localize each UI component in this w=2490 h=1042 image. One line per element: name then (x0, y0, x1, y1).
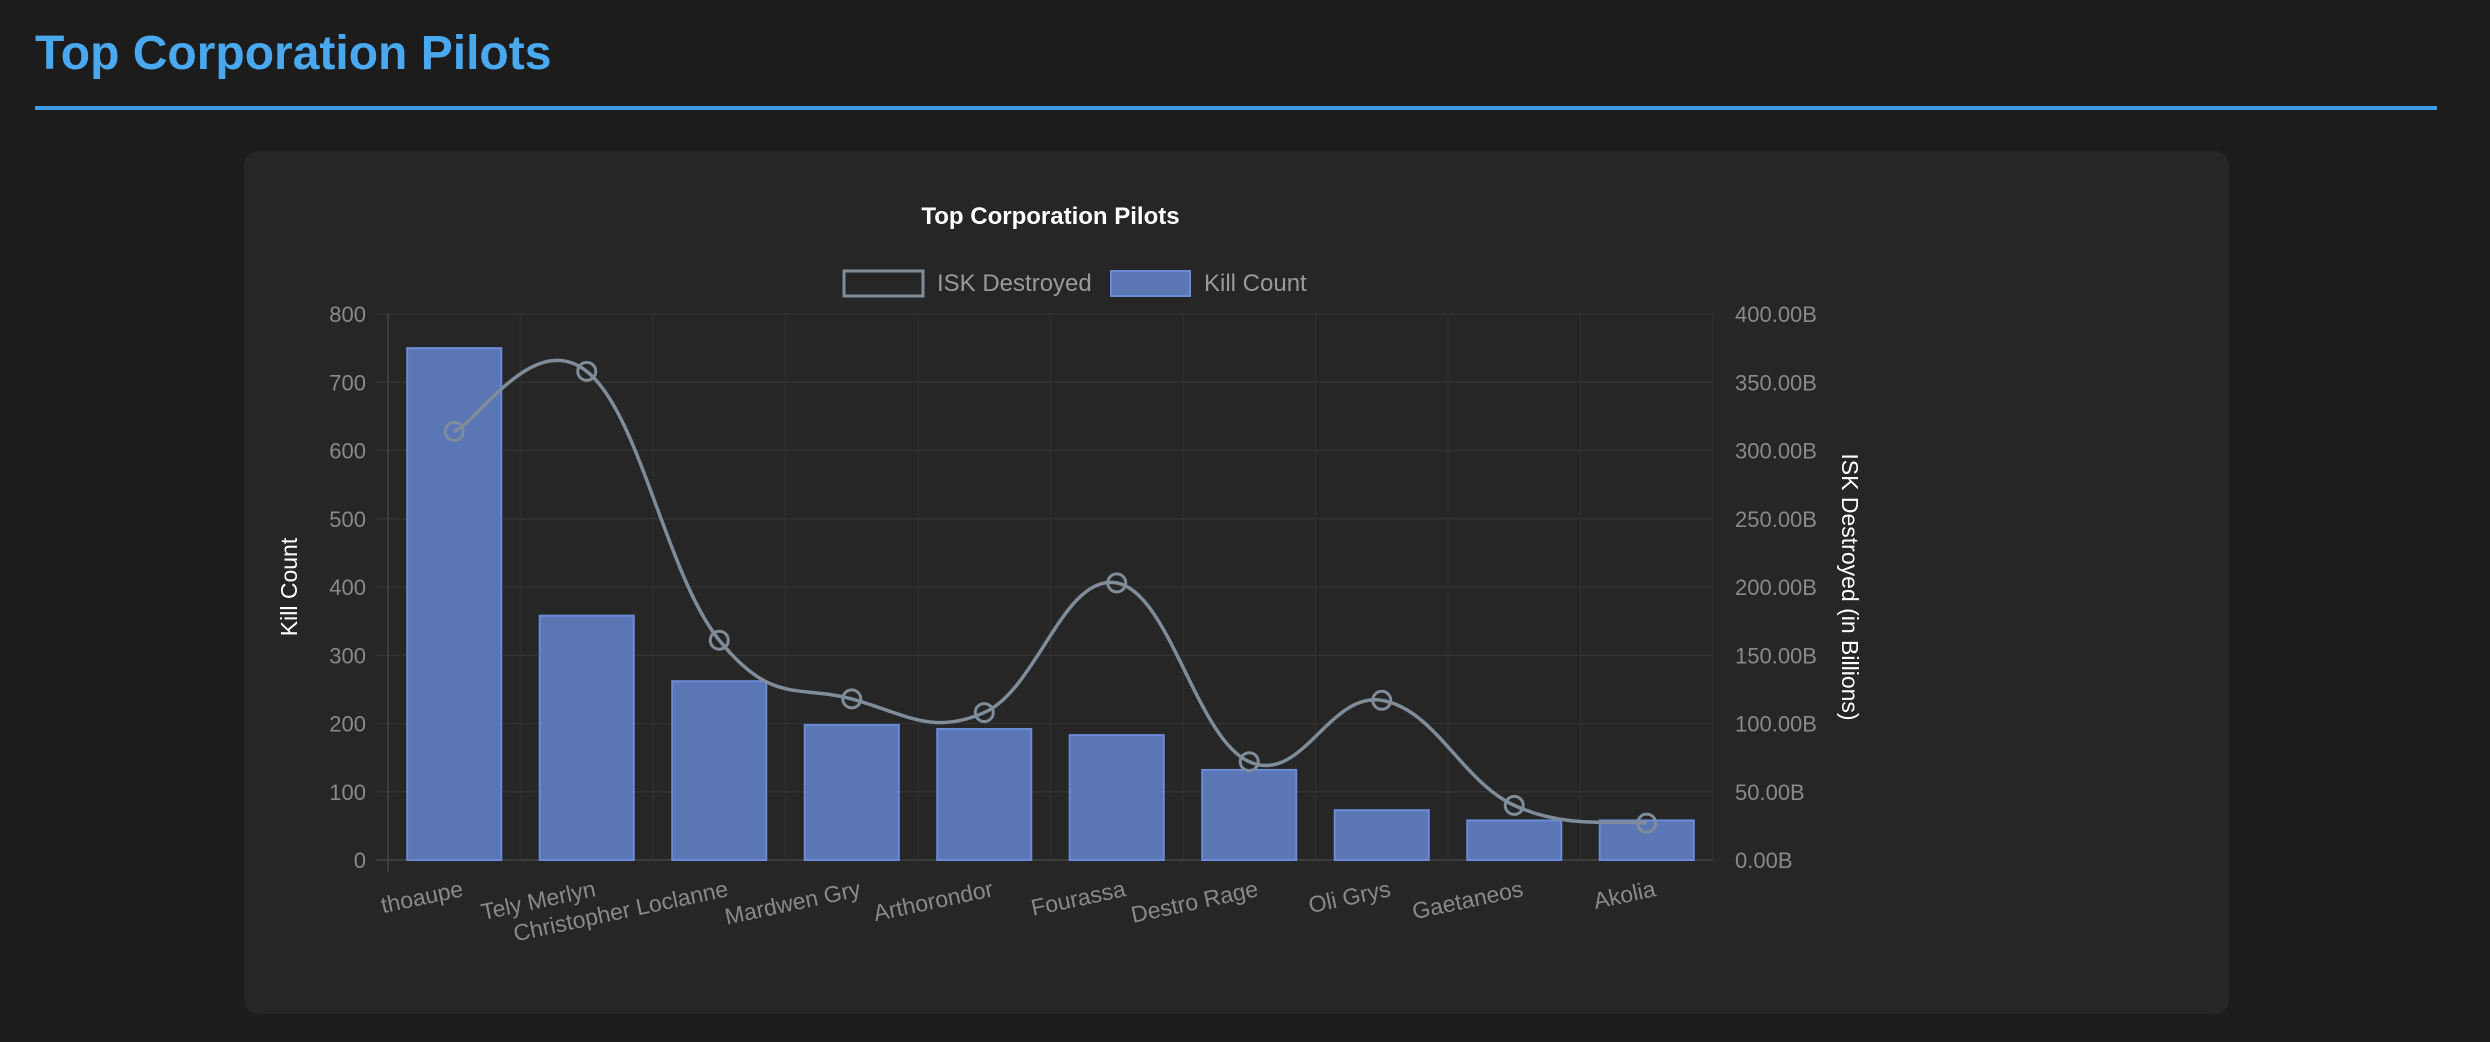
y2-tick-label: 350.00B (1735, 370, 1817, 395)
x-tick-label: Destro Rage (1129, 875, 1261, 927)
bar-kill-count (671, 680, 768, 861)
legend-swatch-isk-destroyed (842, 269, 925, 298)
y-tick-label: 200 (329, 712, 366, 737)
page-title: Top Corporation Pilots (35, 27, 552, 80)
y-tick-label: 100 (329, 780, 366, 805)
legend-label-isk-destroyed: ISK Destroyed (937, 270, 1092, 297)
x-tick-label: Oli Grys (1306, 875, 1393, 918)
x-tick-label: Arthorondor (871, 875, 996, 926)
bar-kill-count (1333, 809, 1430, 861)
y-tick-label: 700 (329, 370, 366, 395)
x-tick-label: Akolia (1591, 875, 1658, 913)
y2-axis-title: ISK Destroyed (in Billions) (1837, 453, 1863, 720)
bar-kill-count (1068, 734, 1165, 861)
y-tick-label: 600 (329, 439, 366, 464)
y2-tick-label: 100.00B (1735, 712, 1817, 737)
y-tick-label: 400 (329, 575, 366, 600)
chart-title: Top Corporation Pilots (921, 203, 1179, 230)
y2-tick-label: 250.00B (1735, 507, 1817, 532)
y-tick-label: 500 (329, 507, 366, 532)
y-tick-label: 800 (329, 302, 366, 327)
bar-kill-count (803, 723, 900, 861)
x-tick-label: thoaupe (379, 875, 466, 918)
title-divider (35, 106, 2437, 110)
y2-tick-label: 150.00B (1735, 643, 1817, 668)
x-tick-label: Fourassa (1029, 875, 1128, 920)
bar-kill-count (1598, 819, 1695, 861)
bar-kill-count (538, 614, 635, 862)
y-tick-label: 0 (354, 848, 366, 873)
bar-kill-count (936, 727, 1033, 862)
bar-kill-count (1201, 768, 1298, 861)
chart-canvas: 0 100 200 300 400 500 600 700 800 0.00B 50.00B 100.… (276, 203, 1863, 946)
y2-tick-label: 0.00B (1735, 848, 1793, 873)
chart-card: 0 100 200 300 400 500 600 700 800 0.00B 50.00B 100.… (244, 151, 2229, 1014)
x-tick-label: Gaetaneos (1410, 875, 1525, 924)
page-header: Top Corporation Pilots (35, 0, 2437, 110)
y2-tick-label: 400.00B (1735, 302, 1817, 327)
legend-label-kill-count: Kill Count (1204, 270, 1307, 297)
y-tick-label: 300 (329, 643, 366, 668)
x-tick-label: Mardwen Gry (722, 875, 863, 929)
bar-kill-count (406, 347, 503, 861)
y-axis-title: Kill Count (276, 537, 302, 636)
legend-swatch-kill-count (1110, 270, 1191, 297)
y2-tick-label: 300.00B (1735, 439, 1817, 464)
y2-tick-label: 200.00B (1735, 575, 1817, 600)
y2-tick-label: 50.00B (1735, 780, 1805, 805)
bar-kill-count (1466, 819, 1563, 861)
